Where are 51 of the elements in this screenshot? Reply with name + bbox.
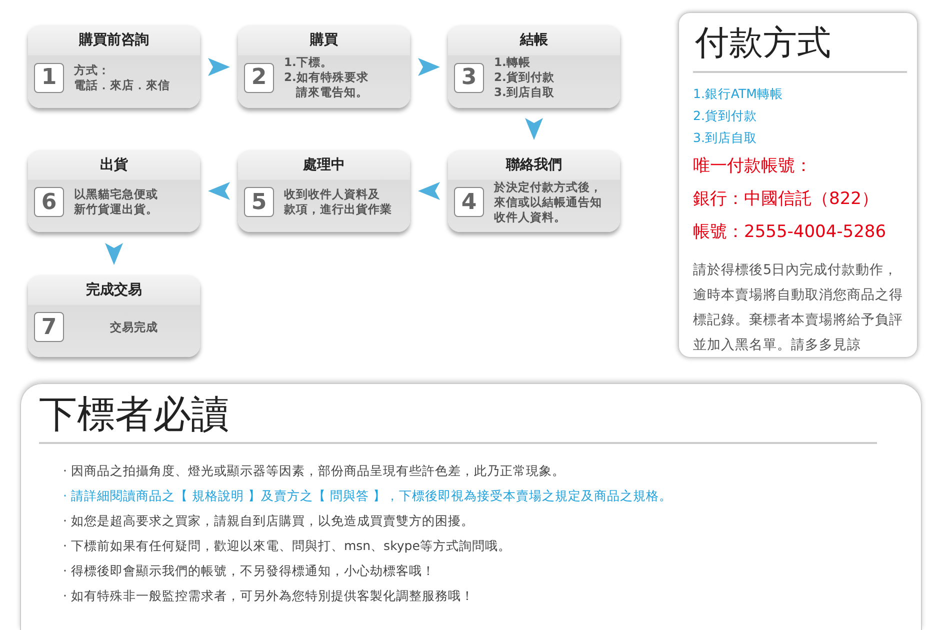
notice-item: · 因商品之拍攝角度、燈光或顯示器等因素，部份商品呈現有些許色差，此乃正常現象。 (62, 462, 566, 480)
step-text: 款項，進行出貨作業 (284, 202, 393, 217)
step-text: 收到收件人資料及 (284, 187, 381, 202)
step-number: 4 (454, 187, 484, 217)
account-info: 唯一付款帳號： (693, 155, 813, 178)
step-number: 7 (34, 312, 64, 342)
step-number: 3 (454, 62, 484, 92)
notice-title: 下標者必讀 (39, 391, 230, 438)
step-text: 3.到店自取 (494, 85, 556, 100)
step-text: 1.轉帳 (494, 55, 532, 70)
payment-note: 請於得標後5日內完成付款動作，逾時本賣場將自動取消您商品之得標記錄。棄標者本賣場將給予負評並加入黑名單。請多多見諒 (693, 261, 904, 355)
account-info: 銀行：中國信託（822） (693, 188, 880, 211)
arrow-icon (207, 56, 231, 78)
step-title: 處理中 (303, 156, 345, 174)
step-text: 方式： (74, 62, 111, 78)
step-number: 6 (34, 187, 64, 217)
step-title: 結帳 (520, 31, 548, 49)
payment-method: 3.到店自取 (693, 129, 758, 147)
step-text: 來信或以結帳通告知 (494, 194, 603, 210)
notice-item: · 得標後即會顯示我們的帳號，不另發得標通知，小心劫標客哦！ (62, 562, 436, 580)
step-title: 完成交易 (86, 281, 142, 299)
step-text: 電話．來店．來信 (74, 78, 171, 92)
step-text: 以黑貓宅急便或 (74, 187, 159, 202)
step-text: 交易完成 (109, 320, 159, 334)
notice-item: · 如您是超高要求之買家，請親自到店購買，以免造成買賣雙方的困擾。 (62, 512, 475, 530)
notice-item: · 下標前如果有任何疑問，歡迎以來電、問與打、msn、skype等方式詢問哦。 (62, 537, 512, 555)
step-text: 於決定付款方式後， (494, 180, 603, 194)
payment-method: 2.貨到付款 (693, 107, 758, 125)
step-text: 2.如有特殊要求 (284, 70, 370, 85)
step-number: 2 (244, 62, 274, 92)
step-title: 聯絡我們 (506, 156, 562, 174)
notice-item: · 請詳細閱讀商品之【 規格說明 】及賣方之【 問與答 】，下標後即視為接受本賣場之規定及商品之規格。 (62, 487, 673, 505)
step-text: 1.下標。 (284, 55, 334, 70)
step-number: 1 (34, 62, 64, 92)
arrow-icon (417, 56, 441, 78)
arrow-icon (523, 117, 545, 141)
arrow-icon (417, 180, 441, 202)
arrow-icon (103, 242, 125, 266)
step-text: 收件人資料。 (494, 210, 567, 224)
account-info: 帳號：2555-4004-5286 (693, 221, 888, 244)
step-number: 5 (244, 187, 274, 217)
step-text: 請來電告知。 (294, 85, 369, 100)
step-title: 出貨 (100, 156, 128, 174)
arrow-icon (207, 180, 231, 202)
step-title: 購買前咨詢 (79, 31, 149, 49)
step-text: 新竹貨運出貨。 (74, 202, 159, 217)
payment-title: 付款方式 (694, 22, 832, 65)
payment-method: 1.銀行ATM轉帳 (693, 85, 784, 103)
notice-item: · 如有特殊非一般監控需求者，可另外為您特別提供客製化調整服務哦！ (62, 587, 475, 605)
step-text: 2.貨到付款 (494, 70, 556, 85)
step-title: 購買 (310, 31, 338, 49)
